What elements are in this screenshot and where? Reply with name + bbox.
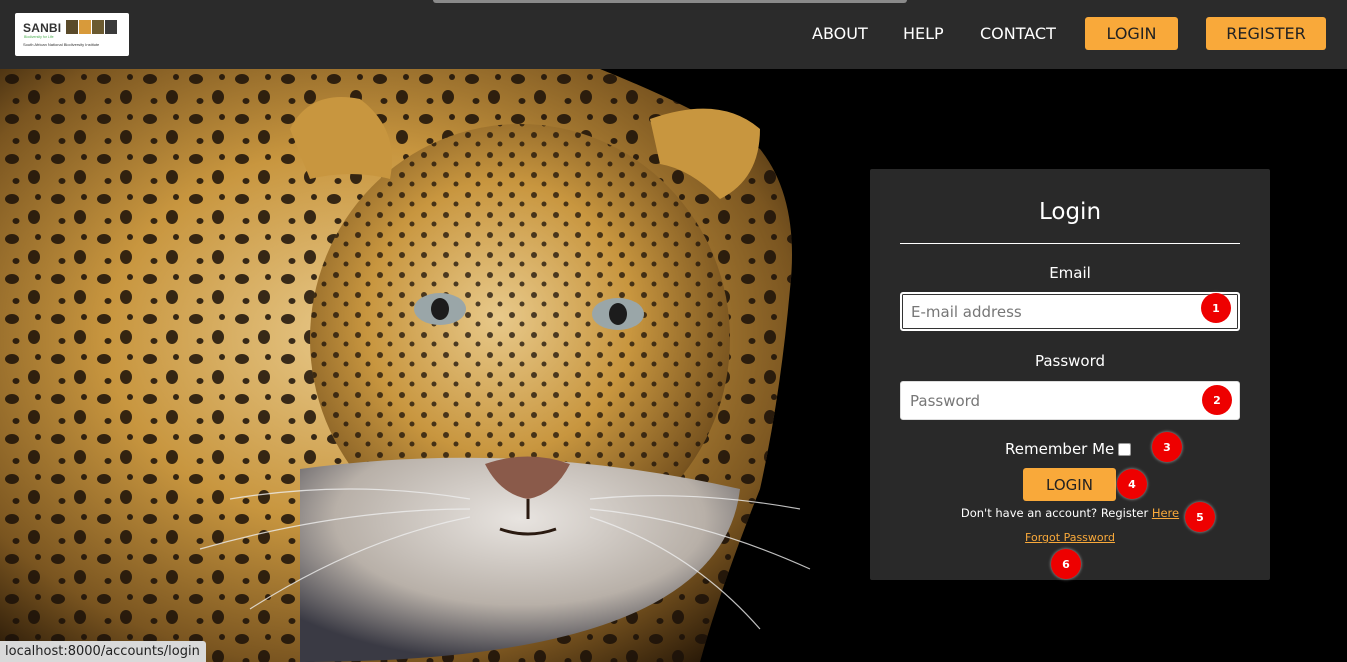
forgot-password-row: Forgot Password [870, 531, 1270, 544]
login-submit-button[interactable]: LOGIN [1023, 468, 1116, 501]
logo-tagline: Biodiversity for Life [24, 35, 54, 39]
annotation-marker-5: 5 [1185, 502, 1215, 532]
email-label: Email [1049, 264, 1091, 282]
window-drag-handle [433, 0, 907, 3]
nav-login-button[interactable]: LOGIN [1085, 17, 1178, 50]
remember-me-checkbox[interactable] [1118, 442, 1132, 456]
annotation-marker-6: 6 [1051, 549, 1081, 579]
logo-wordmark: SANBI [23, 21, 62, 35]
status-bar-url: localhost:8000/accounts/login [0, 641, 206, 662]
nav-register-button[interactable]: REGISTER [1206, 17, 1326, 50]
top-navbar: SANBI Biodiversity for Life South Africa… [0, 0, 1347, 69]
forgot-password-link[interactable]: Forgot Password [1025, 531, 1115, 544]
annotation-marker-2: 2 [1202, 385, 1232, 415]
nav-contact-link[interactable]: CONTACT [980, 24, 1056, 44]
register-prompt-text: Don't have an account? Register [960, 506, 1149, 520]
annotation-marker-4: 4 [1117, 469, 1147, 499]
annotation-marker-1: 1 [1201, 293, 1231, 323]
title-divider [900, 243, 1240, 244]
logo-subtitle: South African National Biodiversity Inst… [23, 42, 100, 47]
login-title: Login [1038, 199, 1102, 225]
logo-tiles-icon [66, 20, 117, 34]
nav-help-link[interactable]: HELP [903, 24, 944, 44]
annotation-marker-3: 3 [1152, 432, 1182, 462]
remember-me-row: Remember Me [1005, 440, 1132, 458]
register-here-link[interactable]: Here [1152, 506, 1179, 520]
nav-about-link[interactable]: ABOUT [812, 24, 868, 44]
remember-me-label: Remember Me [1005, 440, 1115, 458]
password-label: Password [1034, 352, 1106, 370]
email-input[interactable] [900, 292, 1240, 331]
sanbi-logo[interactable]: SANBI Biodiversity for Life South Africa… [15, 13, 129, 56]
password-input[interactable] [900, 381, 1240, 420]
